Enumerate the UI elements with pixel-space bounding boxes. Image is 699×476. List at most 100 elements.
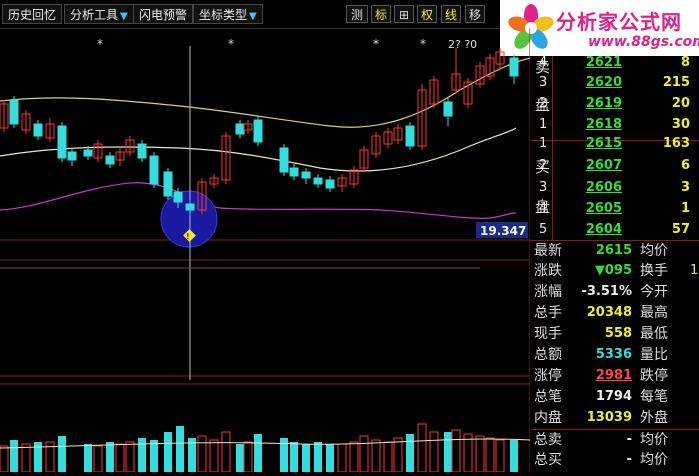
stat-value: 5336	[595, 347, 632, 362]
ask-row[interactable]: 3 2620 215	[530, 75, 699, 97]
bid-volume: 163	[662, 136, 690, 151]
kline-chart[interactable]: * * * * 2? ?0 ! 19.347	[0, 28, 531, 473]
ask-volume: 20	[671, 96, 690, 111]
stat-row: 总笔 1794 每笔	[530, 387, 699, 407]
marker-star: *	[228, 37, 234, 51]
stat-row: 涨幅 -3.51% 今开	[530, 282, 699, 302]
stat-row: 内盘 13039 外盘	[530, 408, 699, 428]
bid-price: 2605	[585, 201, 622, 216]
stat-label: 每笔	[640, 389, 668, 405]
move-label: 移	[468, 8, 481, 22]
top-value-label: 2? ?0	[448, 38, 477, 51]
rights-button[interactable]: 权	[417, 5, 437, 23]
stat-label: 涨停	[534, 368, 562, 384]
crosshair-button[interactable]: ⊞	[394, 5, 414, 23]
alert-button[interactable]: 闪电预警	[133, 4, 194, 24]
analysis-tools-dropdown[interactable]: 分析工具 ▼	[64, 4, 134, 24]
logo-url: www.88gs.com	[588, 34, 699, 50]
stat-label: 总额	[534, 347, 562, 363]
ask-row[interactable]: 4 2621 8	[530, 55, 699, 77]
stat-value: 13039	[586, 410, 632, 425]
history-label: 历史回忆	[8, 8, 57, 22]
stat-value: 20348	[586, 305, 632, 320]
upper-band-line	[0, 57, 531, 128]
stat-value: ▼095	[594, 263, 632, 278]
ask-price: 2620	[585, 75, 622, 90]
price-label: 19.347	[480, 224, 526, 238]
bid-price: 2615	[585, 136, 622, 151]
stat-label: 涨幅	[534, 284, 562, 300]
move-button[interactable]: 移	[465, 5, 485, 23]
quote-stats: 最新 2615 均价 涨跌 ▼095 换手 1 涨幅 -3.51% 今开 总手 …	[530, 240, 699, 473]
stat-row: 总手 20348 最高	[530, 303, 699, 323]
order-book: 卖 盘 4 2621 8 3 2620 215 2 2619 20 1 2618…	[530, 55, 699, 240]
bid-row[interactable]: 1 2615 163	[530, 136, 699, 158]
stat-label: 总手	[534, 305, 562, 321]
stat-row: 涨停 2981 跌停	[530, 366, 699, 386]
bid-volume: 57	[671, 222, 690, 237]
stat-label: 总卖	[534, 432, 562, 448]
marker-star: *	[373, 37, 379, 51]
mark-label: 标	[374, 8, 387, 22]
logo-title: 分析家公式网	[556, 10, 682, 34]
stat-label: 量比	[640, 347, 668, 363]
stat-row: 总买 - 均价	[530, 450, 699, 470]
stat-value: -	[626, 432, 632, 447]
mark-button[interactable]: 标	[371, 5, 391, 23]
volume-bars	[0, 423, 531, 473]
coord-type-dropdown[interactable]: 坐标类型 ▼	[193, 4, 263, 24]
bid-row[interactable]: 4 2605 1	[530, 201, 699, 223]
stat-label: 换手	[640, 263, 668, 279]
candlesticks	[0, 48, 519, 216]
ask-price: 2619	[585, 96, 622, 111]
lower-band-line	[0, 182, 517, 219]
stat-row: 总额 5336 量比	[530, 345, 699, 365]
bid-row[interactable]: 3 2606 3	[530, 180, 699, 202]
rights-label: 权	[420, 8, 433, 22]
stat-label: 均价	[640, 432, 668, 448]
svg-text:!: !	[186, 232, 190, 241]
bid-section: 买 盘 1 2615 163 2 2607 6 3 2606 3 4 2605 …	[530, 134, 699, 240]
ask-level: 2	[539, 96, 548, 111]
measure-button[interactable]: 测	[346, 5, 368, 23]
bid-row[interactable]: 2 2607 6	[530, 158, 699, 180]
coord-label: 坐标类型	[199, 8, 248, 22]
ask-row[interactable]: 2 2619 20	[530, 96, 699, 118]
measure-label: 测	[350, 8, 363, 22]
stat-label: 涨跌	[534, 263, 562, 279]
ask-volume: 8	[680, 55, 690, 70]
stat-row: 现手 558 最低	[530, 324, 699, 344]
stat-row: 总卖 - 均价	[530, 429, 699, 450]
chart-svg: * * * * 2? ?0 ! 19.347	[0, 28, 531, 473]
bid-price: 2604	[585, 222, 622, 237]
stat-label: 内盘	[534, 410, 562, 426]
stat-label: 总笔	[534, 389, 562, 405]
crosshair-icon: ⊞	[398, 8, 410, 22]
stat-value: 558	[604, 326, 632, 341]
ask-volume: 30	[671, 117, 690, 132]
alert-label: 闪电预警	[139, 8, 188, 22]
line-button[interactable]: 线	[441, 5, 461, 23]
ask-level: 4	[539, 55, 548, 70]
stat-label: 今开	[640, 284, 668, 300]
stat-label: 最低	[640, 326, 668, 342]
stat-row: 涨跌 ▼095 换手 1	[530, 261, 699, 281]
stat-label: 均价	[640, 452, 668, 468]
stat-value: -	[626, 452, 632, 467]
tools-label: 分析工具	[70, 8, 119, 22]
marker-star: *	[97, 37, 103, 51]
ask-price: 2618	[585, 117, 622, 132]
ask-level: 1	[539, 117, 548, 132]
chevron-down-icon: ▼	[120, 11, 128, 22]
marker-star: *	[420, 37, 426, 51]
chevron-down-icon: ▼	[249, 11, 257, 22]
history-button[interactable]: 历史回忆	[2, 4, 63, 24]
stat-row: 最新 2615 均价	[530, 241, 699, 261]
bid-price: 2606	[585, 180, 622, 195]
bid-level: 1	[539, 136, 548, 151]
bid-volume: 6	[680, 158, 690, 173]
ask-section: 卖 盘 4 2621 8 3 2620 215 2 2619 20 1 2618…	[530, 55, 699, 141]
stat-label: 总买	[534, 452, 562, 468]
ask-price: 2621	[585, 55, 622, 70]
stat-label: 最新	[534, 243, 562, 259]
